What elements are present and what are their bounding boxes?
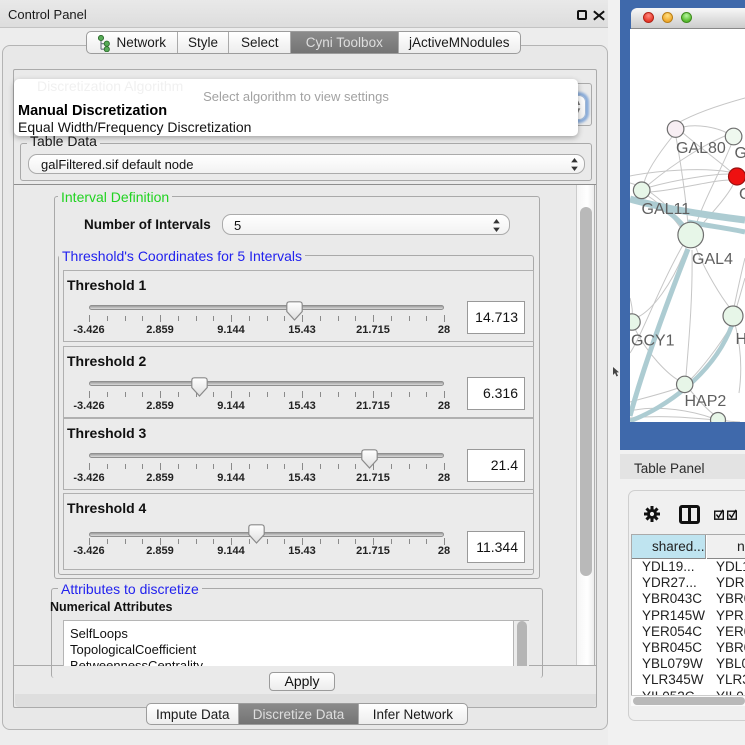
svg-text:GAL4: GAL4 <box>692 251 733 268</box>
svg-text:G: G <box>735 145 745 162</box>
svg-text:C: C <box>739 186 745 203</box>
svg-text:H: H <box>736 331 745 348</box>
svg-text:GCY1: GCY1 <box>631 333 675 350</box>
svg-text:HAP2: HAP2 <box>685 393 727 410</box>
svg-text:GAL80: GAL80 <box>676 140 726 157</box>
svg-text:GAL11: GAL11 <box>642 201 691 218</box>
